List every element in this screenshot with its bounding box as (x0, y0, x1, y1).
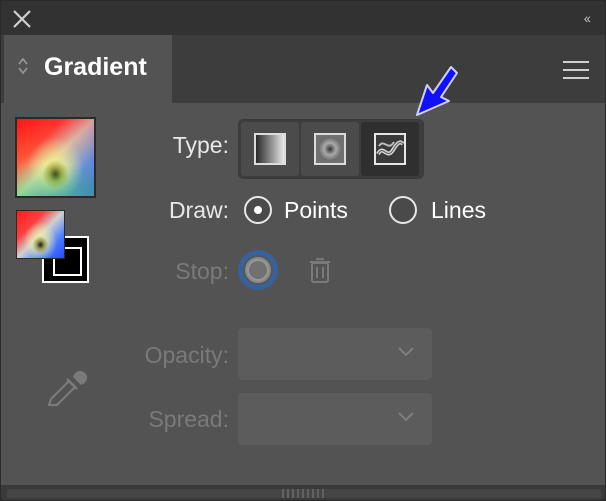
radial-gradient-button[interactable] (301, 122, 359, 176)
collapse-panel-icon[interactable]: ‹‹ (584, 10, 591, 26)
opacity-label: Opacity: (144, 342, 229, 368)
tab-expand-arrows-icon[interactable] (18, 57, 28, 75)
close-icon[interactable] (11, 8, 33, 30)
panel-resize-bar[interactable] (1, 485, 605, 500)
fill-gradient-swatch[interactable] (15, 117, 96, 198)
opacity-dropdown (238, 328, 432, 380)
tab-strip: Gradient (1, 35, 605, 103)
panel-menu-icon[interactable] (563, 61, 589, 79)
spread-label: Spread: (148, 406, 229, 432)
chevron-down-icon (398, 412, 414, 422)
draw-lines-label[interactable]: Lines (431, 197, 486, 224)
eyedropper-icon (47, 370, 88, 407)
freeform-gradient-icon (374, 133, 406, 165)
gradient-type-group (238, 119, 424, 179)
resize-grip-icon[interactable] (279, 488, 327, 499)
linear-gradient-button[interactable] (241, 122, 299, 176)
draw-points-label[interactable]: Points (284, 197, 348, 224)
stop-label: Stop: (175, 258, 229, 284)
delete-stop-icon (310, 258, 330, 283)
chevron-down-icon (398, 347, 414, 357)
tab-label: Gradient (44, 53, 147, 81)
radial-gradient-icon (314, 133, 346, 165)
type-label: Type: (172, 132, 229, 158)
fill-swatch-small[interactable] (16, 210, 65, 259)
draw-label: Draw: (168, 197, 229, 223)
tab-gradient[interactable]: Gradient (4, 35, 172, 103)
panel-titlebar: ‹‹ (1, 1, 605, 35)
draw-lines-radio[interactable] (389, 196, 417, 224)
pointer-arrow-annotation (416, 66, 458, 116)
draw-points-radio[interactable] (244, 196, 272, 224)
freeform-gradient-button[interactable] (361, 122, 419, 176)
stop-color-icon (238, 250, 278, 290)
linear-gradient-icon (254, 133, 286, 165)
gradient-panel: ‹‹ Gradient Type: Draw: Points Lines Sto… (0, 0, 606, 501)
spread-dropdown (238, 393, 432, 445)
